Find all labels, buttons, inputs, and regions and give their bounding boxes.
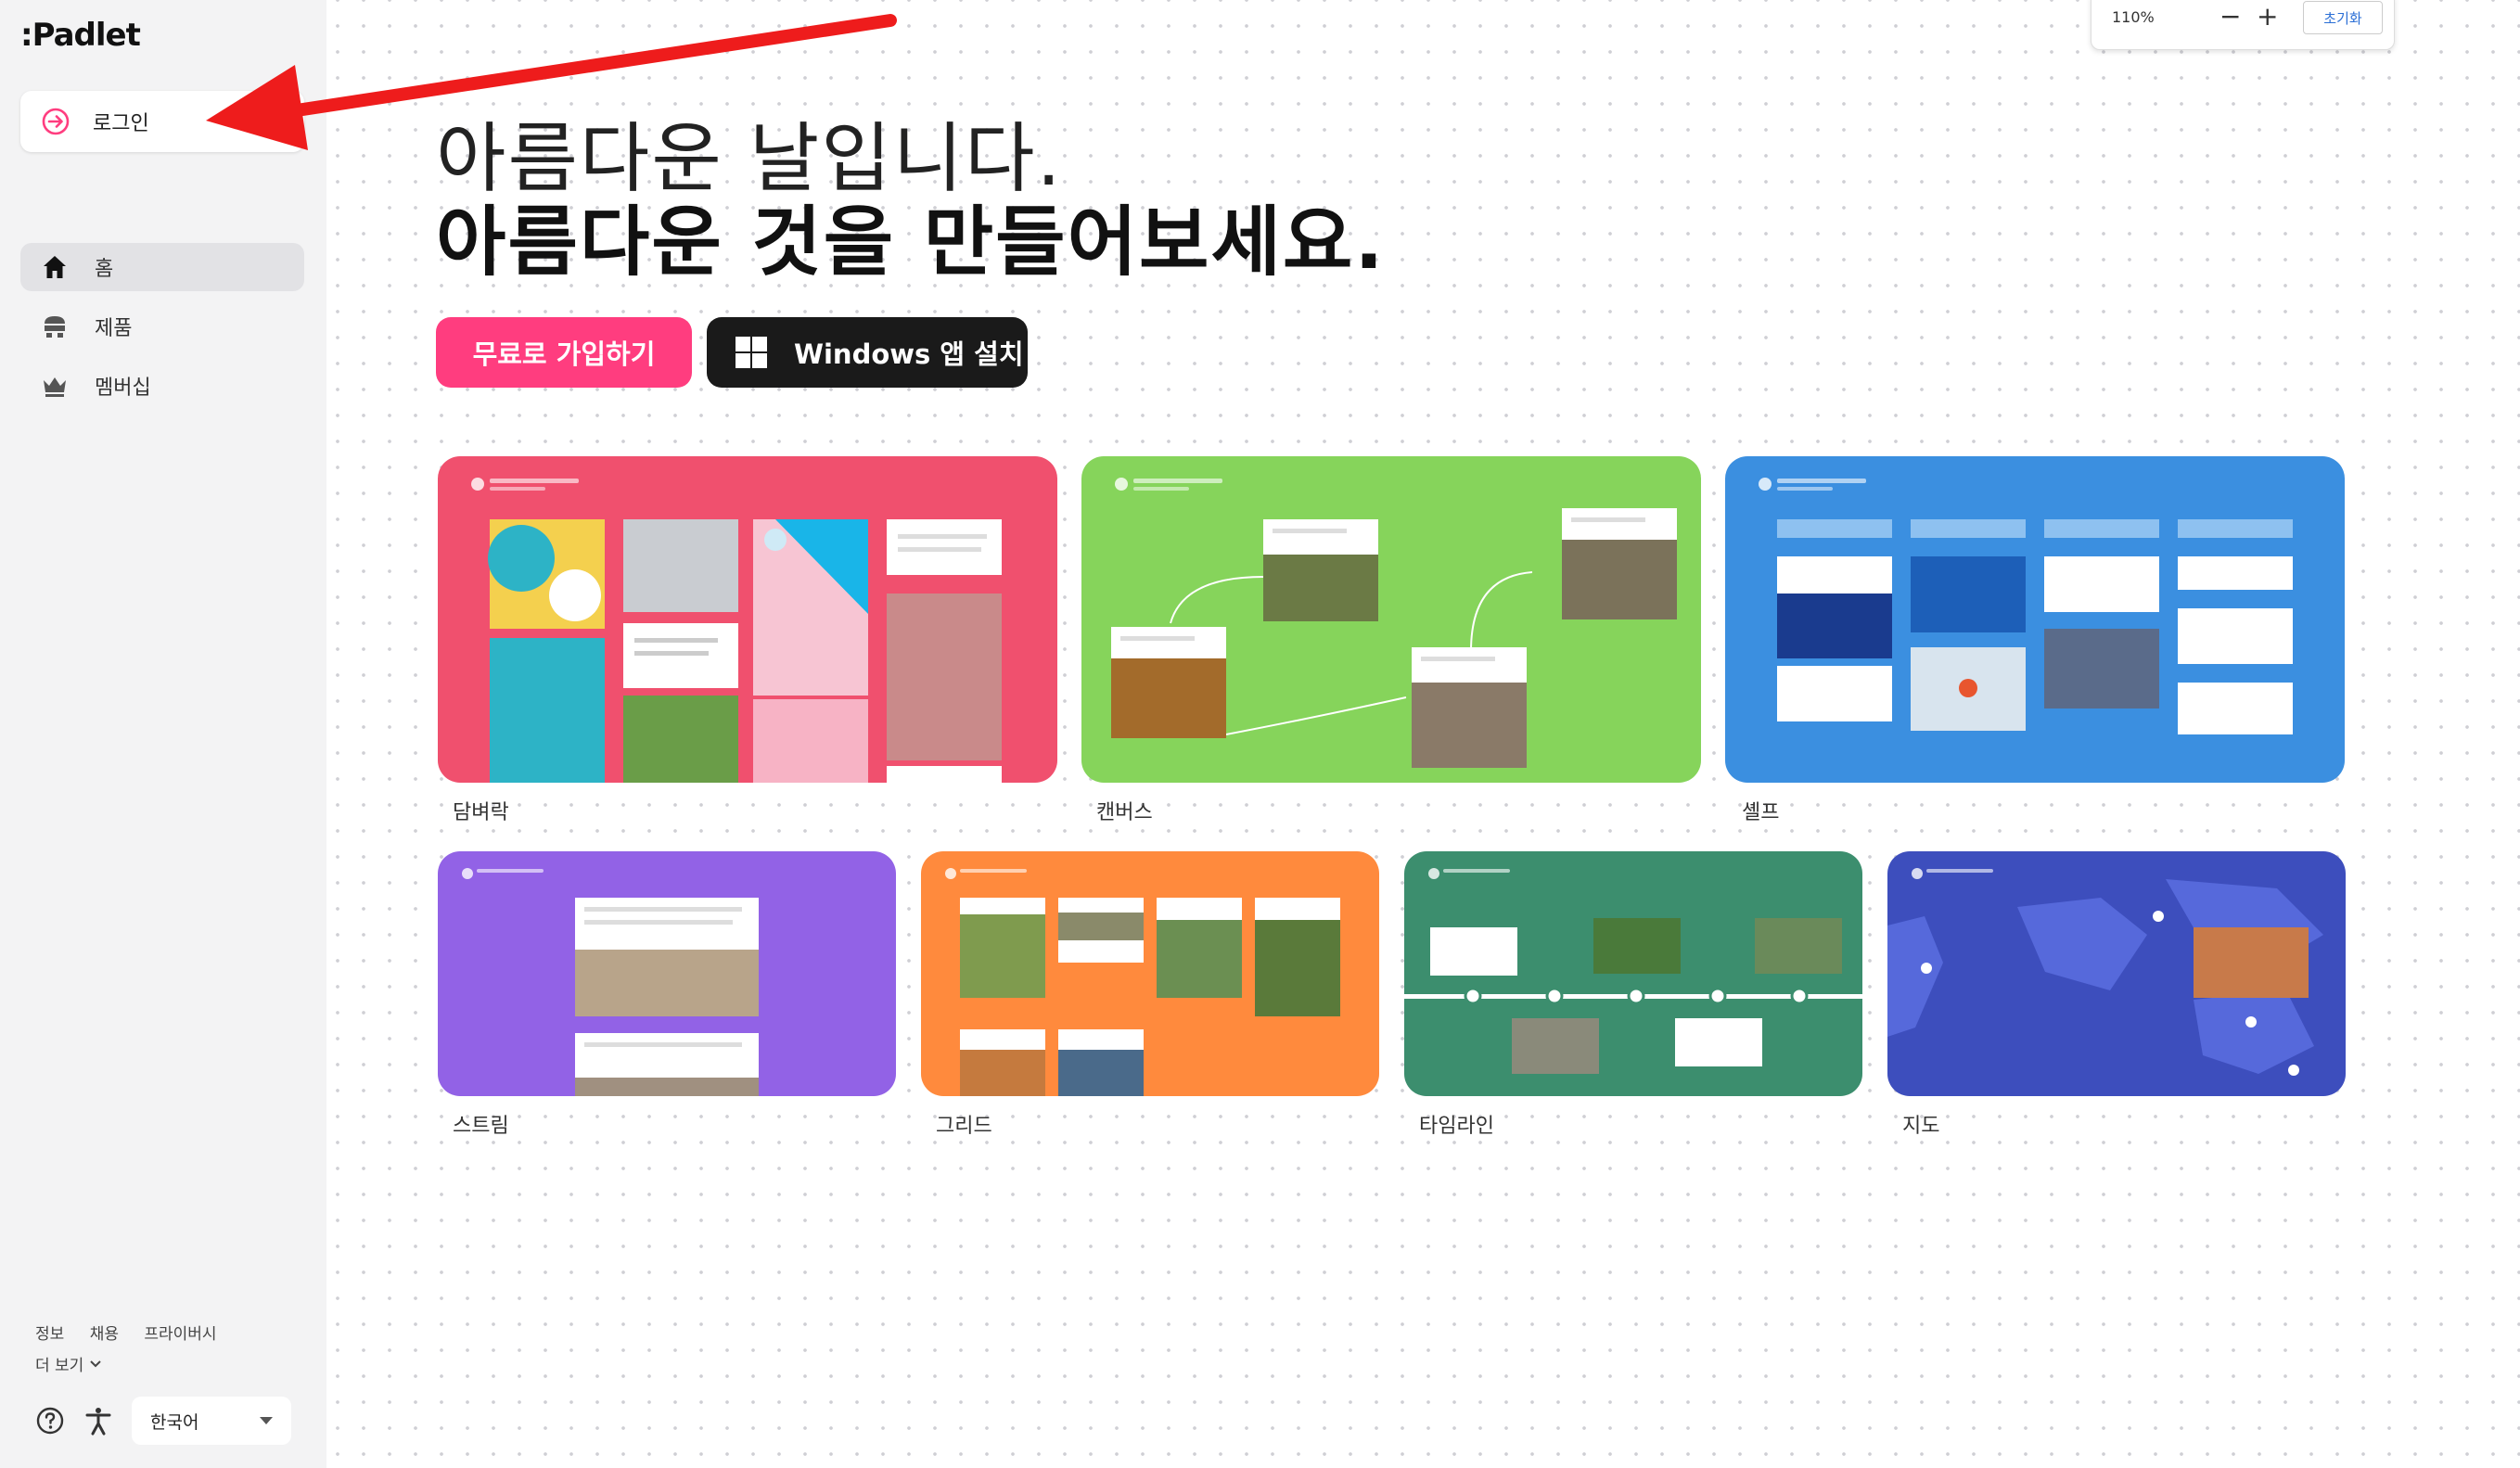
canvas-preview: [1081, 456, 1701, 783]
windows-app-label: Windows 앱 설치: [794, 338, 1024, 370]
format-label-shelf: 셸프: [1742, 801, 1780, 824]
accessibility-icon[interactable]: [83, 1406, 113, 1436]
format-label-timeline: 타임라인: [1419, 1115, 1494, 1138]
timeline-preview: [1404, 851, 1862, 1096]
windows-app-button[interactable]: Windows 앱 설치: [707, 317, 1028, 388]
more-link[interactable]: 더 보기: [35, 1352, 102, 1375]
format-card-stream[interactable]: [438, 851, 896, 1096]
map-preview: [1887, 851, 2346, 1096]
crown-icon: [44, 377, 66, 397]
format-label-grid: 그리드: [936, 1115, 992, 1138]
format-label-wall: 담벼락: [453, 801, 509, 824]
format-label-stream: 스트림: [453, 1115, 509, 1138]
format-label-map: 지도: [1902, 1115, 1940, 1138]
wall-preview: [438, 456, 1057, 783]
caret-down-icon: [260, 1417, 273, 1424]
help-icon[interactable]: [35, 1406, 65, 1436]
zoom-in-button[interactable]: +: [2257, 1, 2278, 32]
format-card-map[interactable]: [1887, 851, 2346, 1096]
footer-links: 정보 채용 프라이버시: [35, 1321, 237, 1344]
format-card-grid[interactable]: [921, 851, 1379, 1096]
home-icon: [44, 256, 66, 278]
stream-preview: [438, 851, 896, 1096]
format-label-canvas: 캔버스: [1096, 801, 1153, 824]
format-card-shelf[interactable]: [1725, 456, 2345, 783]
format-card-wall[interactable]: [438, 456, 1057, 783]
sidebar: :Padlet 로그인 홈 제품 멤버십 정보 채용 프라이버시 더 보기 한국…: [0, 0, 326, 1468]
zoom-reset-button[interactable]: 초기화: [2303, 1, 2383, 34]
more-label: 더 보기: [35, 1357, 84, 1375]
sidebar-item-label: 멤버십: [95, 377, 151, 400]
annotation-arrow: [206, 14, 897, 150]
sidebar-item-membership[interactable]: 멤버십: [20, 362, 304, 410]
chevron-down-icon: [90, 1359, 102, 1367]
language-value: 한국어: [150, 1411, 199, 1433]
zoom-out-button[interactable]: −: [2219, 1, 2241, 32]
format-card-canvas[interactable]: [1081, 456, 1701, 783]
shelf-preview: [1725, 456, 2345, 783]
footer-link-about[interactable]: 정보: [35, 1325, 64, 1344]
hero-title-line2: 아름다운 것을 만들어보세요.: [436, 198, 1386, 287]
sidebar-item-label: 제품: [95, 317, 133, 340]
format-card-timeline[interactable]: [1404, 851, 1862, 1096]
footer-link-privacy[interactable]: 프라이버시: [144, 1325, 216, 1344]
zoom-level: 110%: [2112, 8, 2155, 26]
products-icon: [45, 316, 65, 338]
footer-link-jobs[interactable]: 채용: [90, 1325, 119, 1344]
zoom-widget: 110% − + 초기화: [2091, 0, 2395, 50]
sidebar-item-label: 홈: [95, 258, 114, 281]
sidebar-item-products[interactable]: 제품: [20, 302, 304, 351]
signup-button[interactable]: 무료로 가입하기: [436, 317, 692, 388]
language-select[interactable]: 한국어: [132, 1397, 291, 1445]
windows-icon: [736, 337, 767, 368]
sidebar-item-home[interactable]: 홈: [20, 243, 304, 291]
grid-preview: [921, 851, 1379, 1096]
